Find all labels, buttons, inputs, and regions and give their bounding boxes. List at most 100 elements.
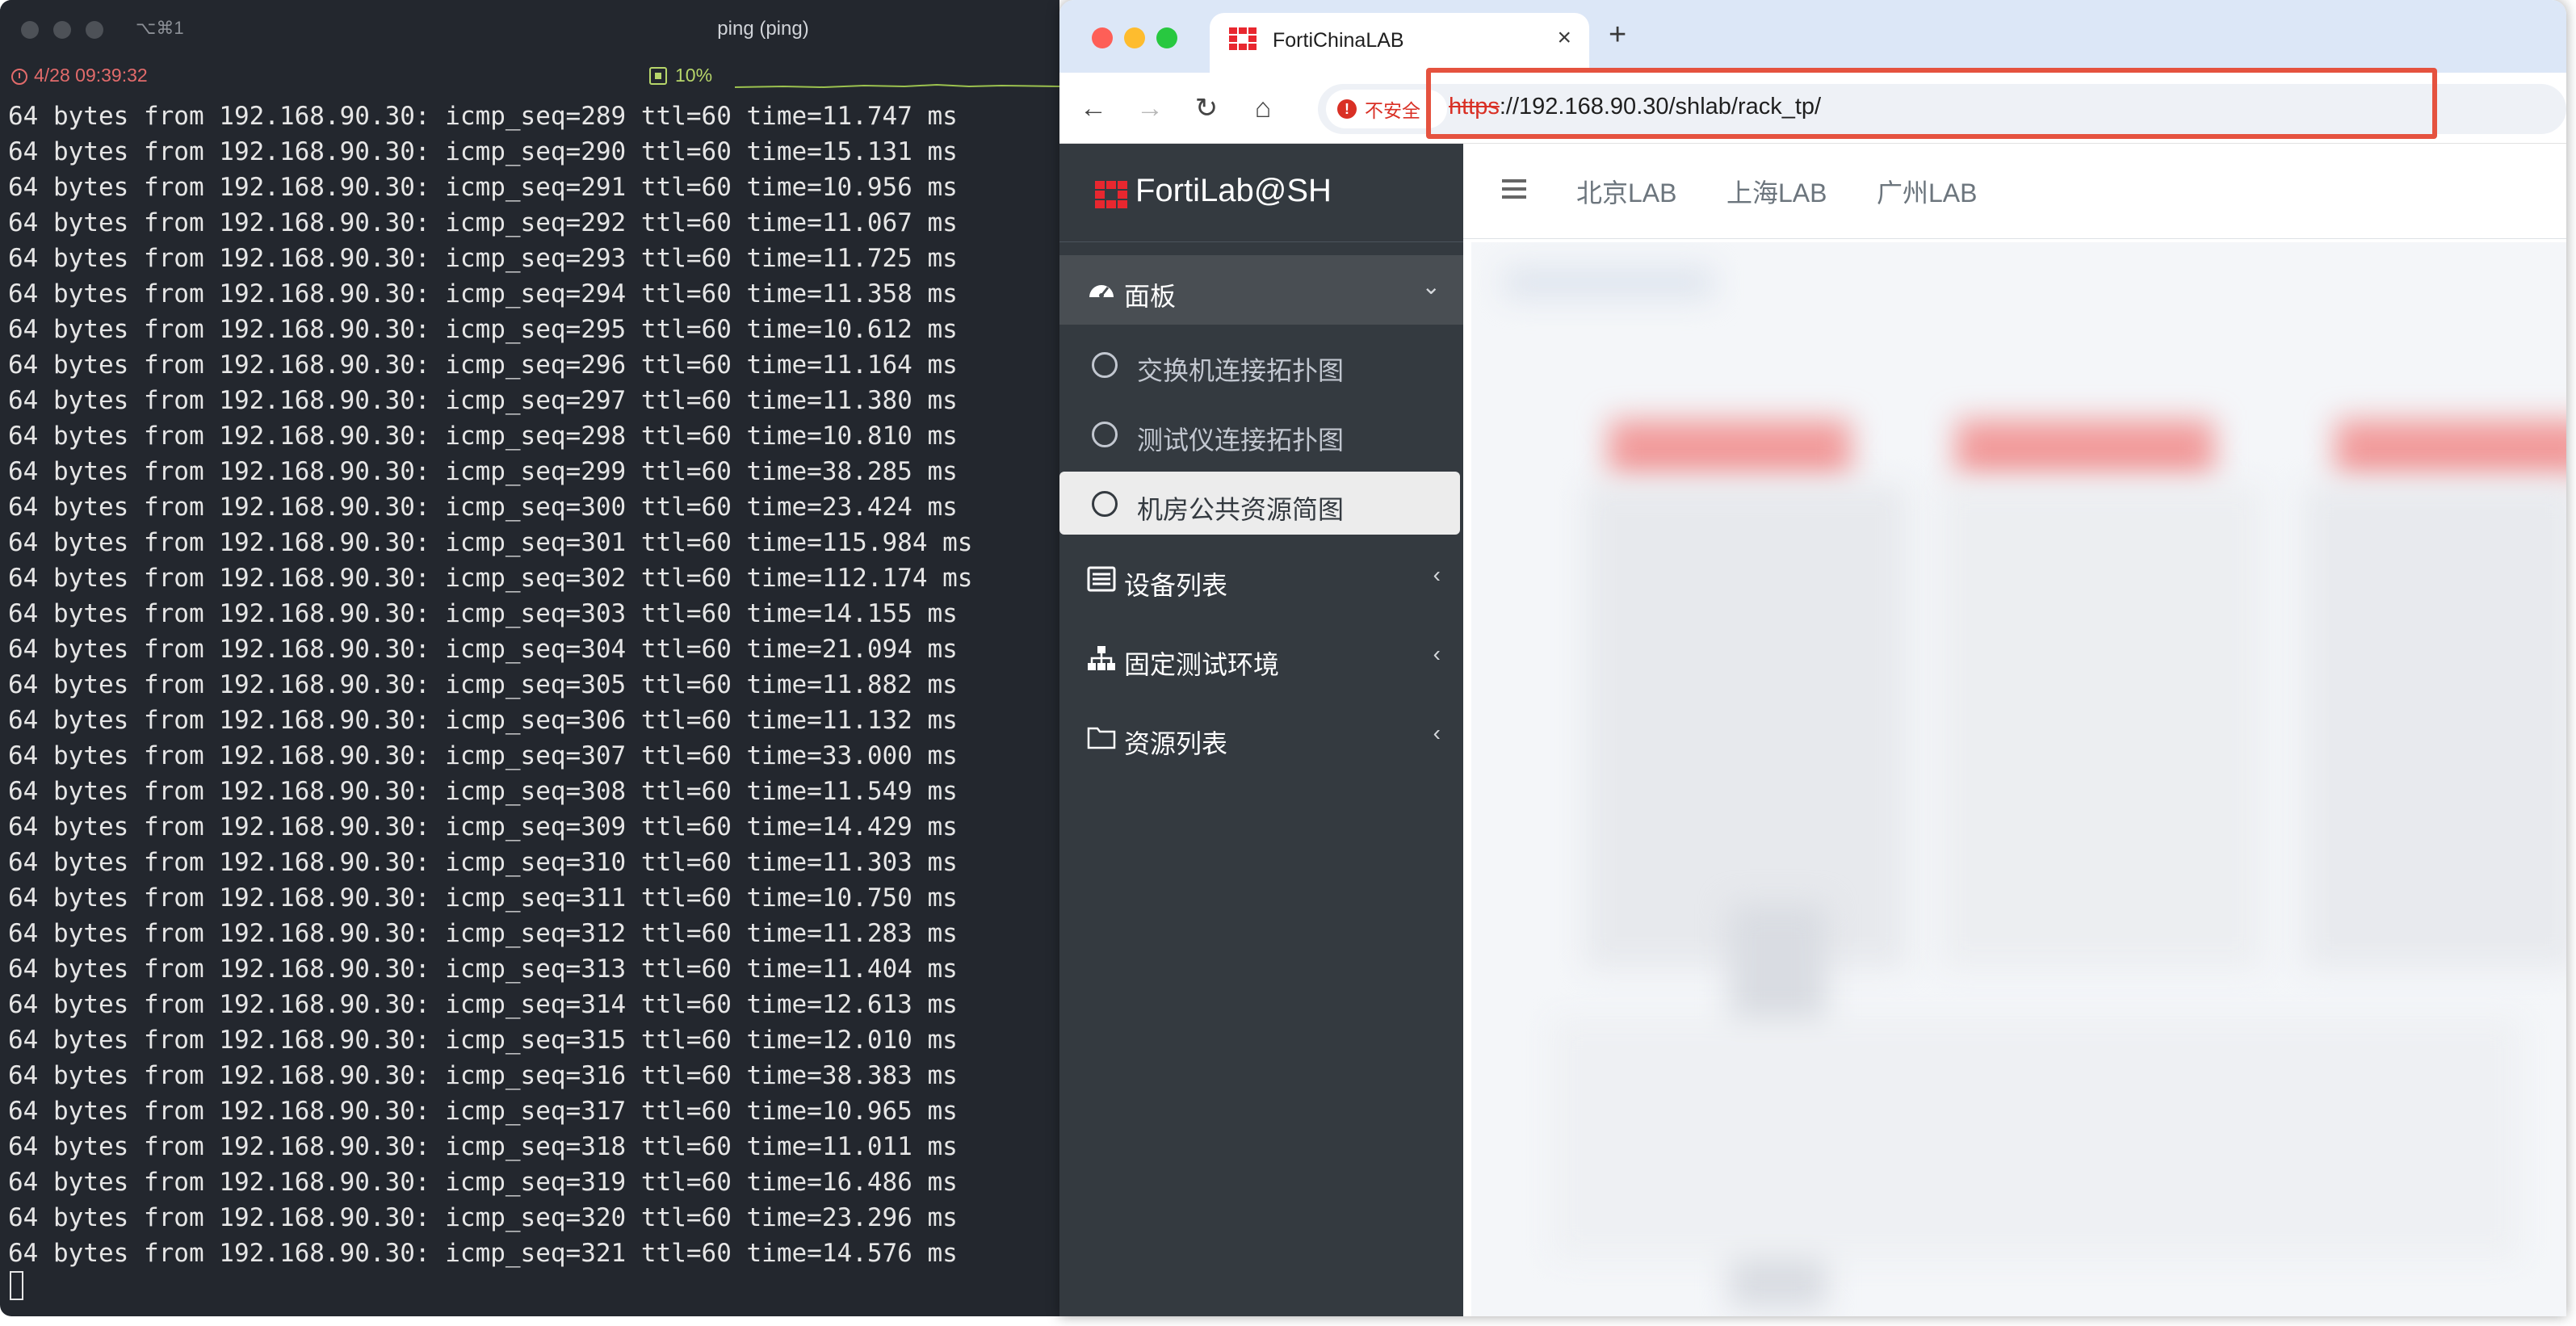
menu-icon[interactable]: [1502, 179, 1526, 199]
blurred-card: [1584, 485, 1907, 969]
sidebar-item-fixed-test-env[interactable]: 固定测试环境 ‹: [1059, 623, 1463, 693]
cpu-icon: [649, 67, 667, 85]
terminal-line: 64 bytes from 192.168.90.30: icmp_seq=30…: [8, 777, 958, 806]
sidebar-item-label: 固定测试环境: [1124, 650, 1280, 679]
terminal-line: 64 bytes from 192.168.90.30: icmp_seq=30…: [8, 493, 958, 522]
sidebar-subitem-switch-topology[interactable]: 交换机连接拓扑图: [1059, 333, 1463, 396]
security-label: 不安全: [1365, 100, 1420, 121]
blurred-card-header: [2335, 420, 2566, 476]
terminal-line: 64 bytes from 192.168.90.30: icmp_seq=30…: [8, 741, 958, 770]
terminal-line: 64 bytes from 192.168.90.30: icmp_seq=31…: [8, 1026, 958, 1055]
tab-bar: FortiChinaLAB × +: [1059, 0, 2566, 73]
terminal-cursor: [10, 1271, 23, 1300]
list-icon: [1087, 566, 1116, 592]
terminal-line: 64 bytes from 192.168.90.30: icmp_seq=29…: [8, 279, 958, 308]
sidebar-item-resource-list[interactable]: 资源列表 ‹: [1059, 703, 1463, 772]
circle-icon: [1092, 491, 1118, 517]
sidebar-subitem-label: 机房公共资源简图: [1137, 495, 1345, 524]
blurred-card: [1940, 485, 2263, 969]
circle-icon: [1092, 352, 1118, 378]
terminal-line: 64 bytes from 192.168.90.30: icmp_seq=31…: [8, 1061, 958, 1090]
blurred-card: [2303, 485, 2566, 969]
tab-title: FortiChinaLAB: [1273, 29, 1404, 52]
browser-window[interactable]: FortiChinaLAB × + ← → ↻ ⌂ ! 不安全 https://…: [1059, 0, 2566, 1316]
browser-zoom-button[interactable]: [1156, 27, 1177, 48]
fortinet-logo-icon: [1095, 181, 1127, 208]
blurred-card-header: [1956, 420, 2214, 476]
sidebar-item-label: 设备列表: [1124, 571, 1228, 600]
terminal-datetime: 4/28 09:39:32: [34, 65, 148, 86]
circle-icon: [1092, 422, 1118, 447]
sidebar-subitem-tester-topology[interactable]: 测试仪连接拓扑图: [1059, 402, 1463, 465]
sitemap-icon: [1088, 646, 1115, 670]
terminal-cpu-usage: 10%: [675, 65, 713, 86]
terminal-line: 64 bytes from 192.168.90.30: icmp_seq=30…: [8, 635, 958, 664]
terminal-line: 64 bytes from 192.168.90.30: icmp_seq=31…: [8, 883, 958, 913]
blurred-panel: [1552, 1018, 2521, 1260]
sidebar-subitem-label: 测试仪连接拓扑图: [1137, 426, 1345, 455]
clock-icon: [11, 69, 27, 85]
dashboard-icon: [1089, 285, 1114, 298]
fortinet-logo-icon: [1229, 27, 1257, 50]
terminal-line: 64 bytes from 192.168.90.30: icmp_seq=29…: [8, 315, 958, 344]
browser-close-button[interactable]: [1092, 27, 1113, 48]
tab-fortichinalab[interactable]: FortiChinaLAB ×: [1210, 13, 1589, 73]
terminal-window[interactable]: ⌥⌘1 ping (ping) 4/28 09:39:32 10% 64 byt…: [0, 0, 1059, 1316]
chevron-down-icon: ⌄: [1421, 274, 1441, 299]
tab-close-icon[interactable]: ×: [1557, 24, 1571, 52]
forward-button[interactable]: →: [1132, 90, 1168, 126]
terminal-line: 64 bytes from 192.168.90.30: icmp_seq=31…: [8, 919, 958, 948]
terminal-line: 64 bytes from 192.168.90.30: icmp_seq=29…: [8, 386, 958, 415]
url-highlight-box: [1426, 68, 2437, 139]
terminal-line: 64 bytes from 192.168.90.30: icmp_seq=29…: [8, 173, 958, 202]
terminal-line: 64 bytes from 192.168.90.30: icmp_seq=29…: [8, 244, 958, 273]
terminal-line: 64 bytes from 192.168.90.30: icmp_seq=29…: [8, 208, 958, 237]
chevron-left-icon: ‹: [1433, 641, 1441, 666]
blurred-card-header: [1609, 420, 1851, 476]
blurred-heading: [1504, 266, 1714, 299]
terminal-title: ping (ping): [717, 18, 809, 40]
terminal-line: 64 bytes from 192.168.90.30: icmp_seq=29…: [8, 457, 958, 486]
terminal-line: 64 bytes from 192.168.90.30: icmp_seq=29…: [8, 137, 958, 166]
sidebar: FortiLab@SH 面板 ⌄ 交换机连接拓扑图 测试仪连接拓扑图 机房公共资…: [1059, 144, 1463, 1316]
terminal-line: 64 bytes from 192.168.90.30: icmp_seq=31…: [8, 1168, 958, 1197]
terminal-line: 64 bytes from 192.168.90.30: icmp_seq=30…: [8, 528, 973, 557]
page-navbar: 北京LAB 上海LAB 广州LAB: [1463, 144, 2566, 239]
terminal-line: 64 bytes from 192.168.90.30: icmp_seq=30…: [8, 706, 958, 735]
warning-icon: !: [1337, 99, 1357, 119]
terminal-output[interactable]: 64 bytes from 192.168.90.30: icmp_seq=28…: [8, 99, 972, 1271]
terminal-line: 64 bytes from 192.168.90.30: icmp_seq=31…: [8, 1132, 958, 1161]
new-tab-button[interactable]: +: [1609, 18, 1626, 52]
terminal-line: 64 bytes from 192.168.90.30: icmp_seq=32…: [8, 1203, 958, 1232]
brand[interactable]: FortiLab@SH: [1059, 144, 1463, 242]
terminal-line: 64 bytes from 192.168.90.30: icmp_seq=28…: [8, 102, 958, 131]
terminal-line: 64 bytes from 192.168.90.30: icmp_seq=31…: [8, 990, 958, 1019]
sidebar-subitem-label: 交换机连接拓扑图: [1137, 356, 1345, 385]
reload-button[interactable]: ↻: [1189, 90, 1224, 126]
chevron-left-icon: ‹: [1433, 720, 1441, 745]
terminal-line: 64 bytes from 192.168.90.30: icmp_seq=31…: [8, 955, 958, 984]
cpu-graph: [735, 83, 1059, 89]
terminal-line: 64 bytes from 192.168.90.30: icmp_seq=31…: [8, 848, 958, 877]
home-button[interactable]: ⌂: [1245, 90, 1281, 126]
terminal-line: 64 bytes from 192.168.90.30: icmp_seq=30…: [8, 599, 958, 628]
terminal-line: 64 bytes from 192.168.90.30: icmp_seq=29…: [8, 422, 958, 451]
terminal-titlebar: ⌥⌘1 ping (ping): [0, 0, 1059, 58]
sidebar-item-label: 面板: [1124, 282, 1177, 311]
nav-link-guangzhou-lab[interactable]: 广州LAB: [1877, 173, 1978, 210]
terminal-line: 64 bytes from 192.168.90.30: icmp_seq=30…: [8, 564, 973, 593]
folder-icon: [1087, 727, 1116, 749]
browser-minimize-button[interactable]: [1124, 27, 1145, 48]
back-button[interactable]: ←: [1076, 90, 1111, 126]
terminal-line: 64 bytes from 192.168.90.30: icmp_seq=30…: [8, 812, 958, 841]
nav-link-shanghai-lab[interactable]: 上海LAB: [1726, 173, 1827, 210]
terminal-line: 64 bytes from 192.168.90.30: icmp_seq=30…: [8, 670, 958, 699]
terminal-line: 64 bytes from 192.168.90.30: icmp_seq=31…: [8, 1097, 958, 1126]
nav-link-beijing-lab[interactable]: 北京LAB: [1576, 173, 1677, 210]
sidebar-item-label: 资源列表: [1124, 729, 1228, 758]
sidebar-item-dashboard[interactable]: 面板 ⌄: [1059, 255, 1463, 325]
sidebar-item-device-list[interactable]: 设备列表 ‹: [1059, 544, 1463, 614]
terminal-line: 64 bytes from 192.168.90.30: icmp_seq=32…: [8, 1239, 958, 1268]
sidebar-subitem-public-resources[interactable]: 机房公共资源简图: [1059, 472, 1460, 535]
blurred-main-content: [1471, 242, 2566, 1316]
